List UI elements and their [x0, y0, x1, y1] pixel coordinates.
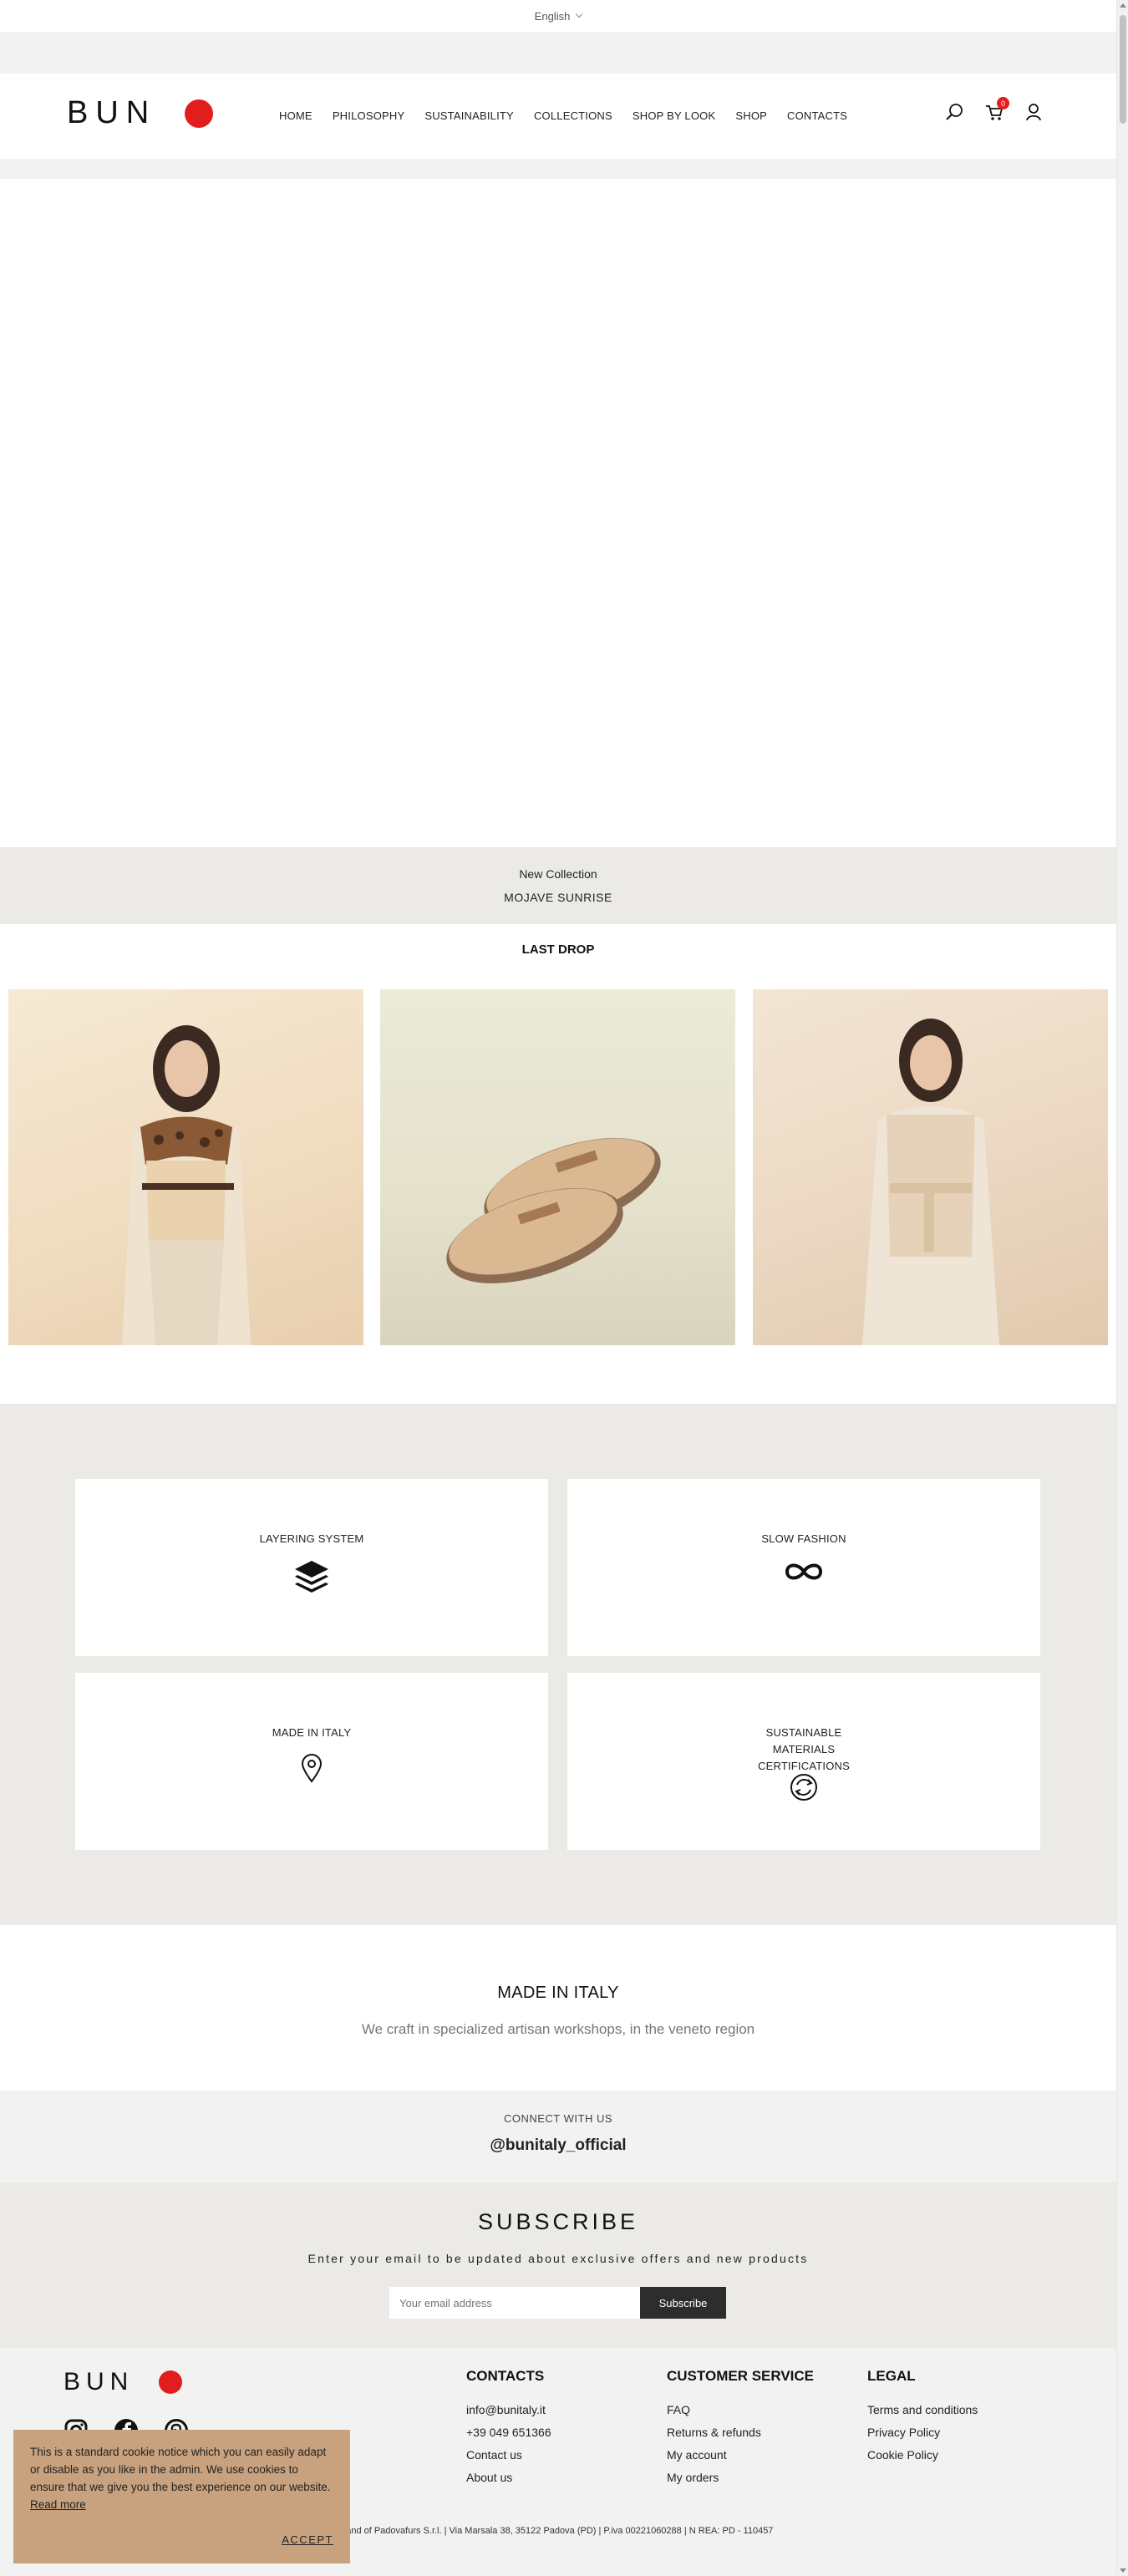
made-in-italy-section: MADE IN ITALY We craft in specialized ar… — [0, 1925, 1116, 2091]
feature-title: MADE IN ITALY — [272, 1726, 352, 1739]
feature-title: SLOW FASHION — [761, 1532, 846, 1545]
made-in-italy-title: MADE IN ITALY — [497, 1984, 619, 2002]
hero-top-strip — [0, 159, 1116, 179]
nav-sustainability[interactable]: SUSTAINABILITY — [424, 109, 514, 122]
feature-title: LAYERING SYSTEM — [259, 1532, 364, 1545]
nav-contacts[interactable]: CONTACTS — [787, 109, 847, 122]
language-label: English — [534, 9, 571, 23]
main-nav: HOME PHILOSOPHY SUSTAINABILITY COLLECTIO… — [279, 109, 867, 122]
nav-home[interactable]: HOME — [279, 109, 312, 122]
header-top-strip — [0, 32, 1116, 74]
email-input[interactable] — [389, 2287, 640, 2319]
feature-card-slow-fashion[interactable]: SLOW FASHION — [567, 1479, 1040, 1656]
instagram-handle-link[interactable]: @bunitaly_official — [0, 2137, 1116, 2155]
footer-my-orders-link[interactable]: My orders — [667, 2471, 814, 2484]
product-image-shearling-wrap-vest[interactable] — [753, 989, 1108, 1345]
footer-email-link[interactable]: info@bunitaly.it — [466, 2403, 551, 2416]
footer-my-account-link[interactable]: My account — [667, 2448, 814, 2462]
footer-legal-title: LEGAL — [867, 2368, 916, 2384]
footer-terms-link[interactable]: Terms and conditions — [867, 2403, 978, 2416]
footer-contacts-title: CONTACTS — [466, 2368, 545, 2384]
user-account-icon[interactable] — [1024, 102, 1046, 124]
subscribe-form: Subscribe — [389, 2287, 726, 2319]
subscribe-description: Enter your email to be updated about exc… — [307, 2252, 809, 2265]
brand-logo[interactable]: BUN — [67, 95, 214, 131]
footer-customer-service-title: CUSTOMER SERVICE — [667, 2368, 815, 2384]
product-image-shearling-clogs[interactable] — [380, 989, 735, 1345]
infinity-icon — [784, 1559, 824, 1588]
cookie-notice-text: This is a standard cookie notice which y… — [30, 2446, 331, 2493]
nav-philosophy[interactable]: PHILOSOPHY — [333, 109, 405, 122]
cookie-accept-button[interactable]: ACCEPT — [282, 2531, 333, 2548]
logo-red-dot-icon — [185, 99, 214, 128]
footer-logo-text: BUN — [64, 2368, 135, 2396]
product-image-quilted-vest[interactable] — [8, 989, 363, 1345]
feature-title: SUSTAINABLE MATERIALS CERTIFICATIONS — [758, 1726, 850, 1772]
footer-cookie-policy-link[interactable]: Cookie Policy — [867, 2448, 978, 2462]
chevron-down-icon — [576, 10, 583, 18]
cookie-notice: This is a standard cookie notice which y… — [13, 2430, 350, 2563]
collection-subtitle: New Collection — [519, 867, 597, 881]
connect-section: CONNECT WITH US @bunitaly_official — [0, 2091, 1116, 2182]
scroll-down-arrow-icon[interactable] — [1120, 2568, 1126, 2573]
logo-red-dot-icon — [159, 2370, 183, 2394]
footer-contacts: CONTACTS info@bunitaly.it +39 049 651366… — [466, 2368, 551, 2493]
connect-label: CONNECT WITH US — [503, 2112, 613, 2125]
footer-privacy-link[interactable]: Privacy Policy — [867, 2426, 978, 2439]
made-in-italy-text: We craft in specialized artisan workshop… — [361, 2021, 755, 2037]
last-drop-title: LAST DROP — [521, 943, 595, 957]
footer-faq-link[interactable]: FAQ — [667, 2403, 814, 2416]
feature-card-sustainable-materials[interactable]: SUSTAINABLE MATERIALS CERTIFICATIONS — [567, 1673, 1040, 1850]
footer-legal: LEGAL Terms and conditions Privacy Polic… — [867, 2368, 978, 2471]
cart-count-badge: 0 — [997, 97, 1009, 109]
search-icon[interactable] — [944, 102, 966, 124]
new-collection-banner[interactable]: New Collection MOJAVE SUNRISE — [0, 847, 1116, 924]
footer-logo[interactable]: BUN — [64, 2368, 183, 2396]
site-header: BUN HOME PHILOSOPHY SUSTAINABILITY COLLE… — [0, 74, 1116, 159]
scrollbar-thumb[interactable] — [1120, 15, 1126, 124]
nav-shop[interactable]: SHOP — [735, 109, 767, 122]
hero-banner — [0, 179, 1116, 847]
subscribe-title: SUBSCRIBE — [477, 2209, 639, 2234]
feature-card-made-in-italy[interactable]: MADE IN ITALY — [75, 1673, 548, 1850]
features-section: LAYERING SYSTEM SLOW FASHION MADE IN ITA… — [0, 1404, 1116, 1925]
footer-returns-link[interactable]: Returns & refunds — [667, 2426, 814, 2439]
subscribe-section: SUBSCRIBE Enter your email to be updated… — [0, 2182, 1116, 2348]
layers-icon — [293, 1559, 330, 1597]
nav-collections[interactable]: COLLECTIONS — [534, 109, 612, 122]
cookie-read-more-link[interactable]: Read more — [30, 2498, 86, 2511]
map-pin-icon — [300, 1753, 323, 1787]
language-bar: English — [0, 0, 1116, 32]
footer-contact-us-link[interactable]: Contact us — [466, 2448, 551, 2462]
feature-card-layering[interactable]: LAYERING SYSTEM — [75, 1479, 548, 1656]
nav-shop-by-look[interactable]: SHOP BY LOOK — [633, 109, 715, 122]
logo-text: BUN — [67, 95, 157, 130]
page-scrollbar[interactable] — [1116, 0, 1128, 2576]
footer-phone-link[interactable]: +39 049 651366 — [466, 2426, 551, 2439]
language-selector[interactable]: English — [534, 9, 583, 23]
header-icons: 0 — [944, 97, 1046, 124]
collection-name: MOJAVE SUNRISE — [504, 891, 612, 904]
recycle-icon — [788, 1771, 820, 1807]
subscribe-button[interactable]: Subscribe — [640, 2287, 726, 2319]
page: English BUN HOME PHILOSOPHY SUSTAINABILI… — [0, 0, 1116, 2576]
cart-icon[interactable]: 0 — [984, 97, 1009, 124]
footer-about-us-link[interactable]: About us — [466, 2471, 551, 2484]
scroll-up-arrow-icon[interactable] — [1120, 3, 1126, 8]
product-grid — [8, 989, 1108, 1345]
footer-customer-service: CUSTOMER SERVICE FAQ Returns & refunds M… — [667, 2368, 814, 2493]
